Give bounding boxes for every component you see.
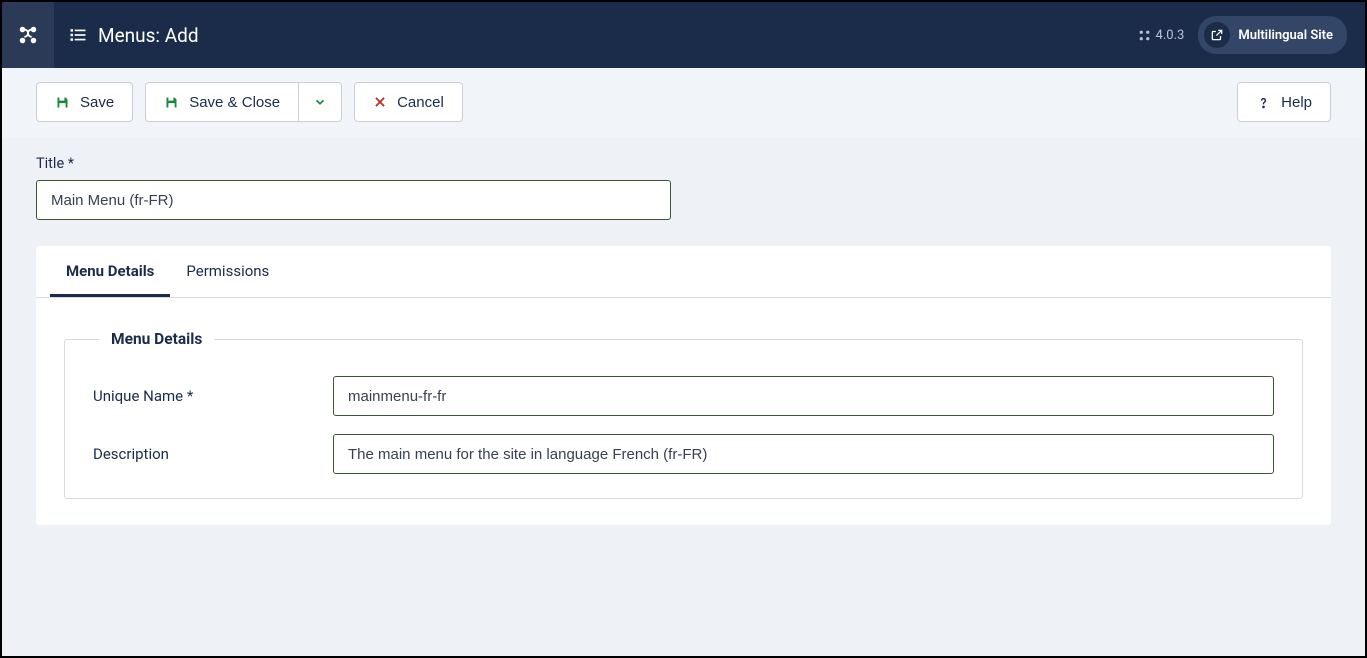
description-label: Description	[93, 445, 313, 463]
save-dropdown-button[interactable]	[299, 82, 342, 122]
tab-menu-details[interactable]: Menu Details	[50, 246, 170, 297]
version-label[interactable]: 4.0.3	[1138, 28, 1185, 43]
save-close-group: Save & Close	[145, 82, 342, 122]
joomla-icon	[17, 24, 39, 46]
page-title-area: Menus: Add	[54, 24, 1138, 47]
list-icon	[68, 25, 88, 45]
question-icon	[1256, 95, 1271, 110]
save-close-button[interactable]: Save & Close	[145, 82, 299, 122]
tab-permissions[interactable]: Permissions	[170, 246, 285, 297]
help-button[interactable]: Help	[1237, 82, 1331, 122]
top-bar: Menus: Add 4.0.3 Multilingual Site	[2, 2, 1365, 68]
save-button[interactable]: Save	[36, 82, 133, 122]
page-title: Menus: Add	[98, 24, 199, 47]
unique-name-label: Unique Name *	[93, 387, 313, 405]
save-icon	[55, 95, 70, 110]
tab-bar: Menu Details Permissions	[36, 246, 1331, 298]
title-input[interactable]	[36, 180, 671, 220]
menu-details-fieldset: Menu Details Unique Name * Description	[64, 330, 1303, 499]
cancel-button[interactable]: Cancel	[354, 82, 463, 122]
unique-name-input[interactable]	[333, 376, 1274, 416]
close-icon	[373, 95, 387, 109]
joomla-mini-icon	[1138, 29, 1151, 42]
details-card: Menu Details Permissions Menu Details Un…	[36, 246, 1331, 525]
description-input[interactable]	[333, 434, 1274, 474]
chevron-down-icon	[313, 95, 327, 109]
fieldset-legend: Menu Details	[99, 330, 214, 348]
save-icon	[164, 95, 179, 110]
title-label: Title *	[36, 155, 1331, 172]
toolbar: Save Save & Close Cancel	[2, 68, 1365, 137]
joomla-logo[interactable]	[2, 2, 54, 68]
external-link-icon	[1204, 22, 1230, 48]
site-link-button[interactable]: Multilingual Site	[1198, 16, 1347, 54]
